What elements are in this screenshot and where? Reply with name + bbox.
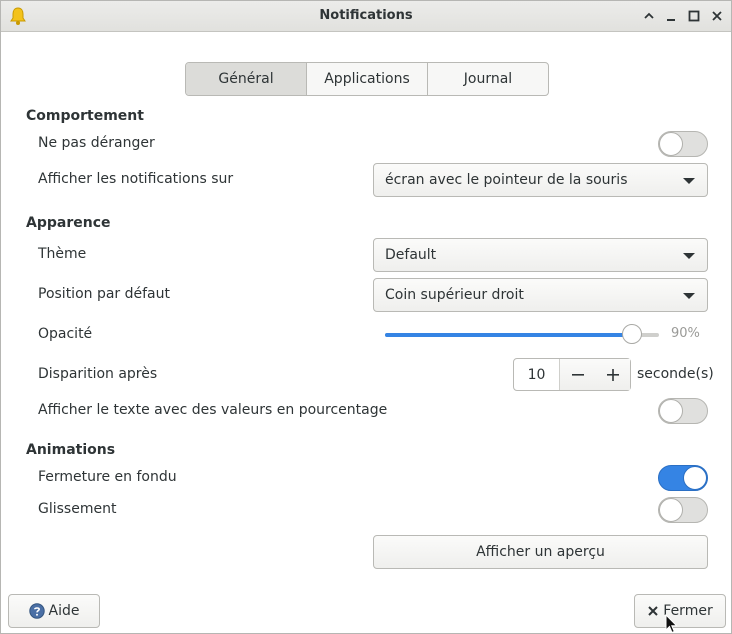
increment-button[interactable] [595, 359, 630, 390]
slide-out-switch[interactable] [658, 497, 708, 523]
percentage-text-switch[interactable] [658, 398, 708, 424]
help-button[interactable]: Aide [8, 594, 100, 628]
opacity-value: 90% [671, 326, 700, 341]
slider-fill [385, 333, 632, 337]
mouse-pointer-icon [665, 614, 678, 634]
chevron-down-icon [683, 253, 695, 259]
title-bar[interactable]: Notifications [1, 1, 731, 32]
dropdown-value: Coin supérieur droit [385, 287, 524, 303]
close-button[interactable]: Fermer [634, 594, 726, 628]
disappear-after-spinbutton: 10 [513, 358, 631, 391]
restore-icon[interactable] [661, 6, 681, 26]
opacity-slider[interactable] [385, 324, 659, 344]
do-not-disturb-switch[interactable] [658, 131, 708, 157]
maximize-icon[interactable] [684, 6, 704, 26]
tab-general[interactable]: Général [186, 63, 307, 95]
section-animations-heading: Animations [26, 442, 116, 458]
switch-knob [683, 466, 707, 490]
close-icon[interactable] [707, 6, 727, 26]
window-title: Notifications [319, 8, 413, 23]
theme-dropdown[interactable]: Default [373, 238, 708, 272]
theme-label: Thème [38, 246, 87, 262]
minimize-icon[interactable] [639, 6, 659, 26]
decrement-button[interactable] [560, 359, 595, 390]
slider-handle[interactable] [621, 324, 642, 344]
switch-knob [659, 498, 683, 522]
disappear-after-input[interactable]: 10 [514, 359, 560, 390]
disappear-after-label: Disparition après [38, 366, 158, 382]
fade-out-label: Fermeture en fondu [38, 469, 177, 485]
default-position-dropdown[interactable]: Coin supérieur droit [373, 278, 708, 312]
slide-out-label: Glissement [38, 501, 117, 517]
tab-journal[interactable]: Journal [428, 63, 548, 95]
help-label: Aide [48, 603, 80, 619]
opacity-label: Opacité [38, 326, 93, 342]
do-not-disturb-label: Ne pas déranger [38, 135, 155, 151]
help-icon [28, 603, 45, 619]
percentage-text-label: Afficher le texte avec des valeurs en po… [38, 402, 388, 418]
minus-icon [571, 373, 584, 376]
disappear-after-unit: seconde(s) [637, 366, 714, 382]
tab-applications[interactable]: Applications [307, 63, 428, 95]
section-appearance-heading: Apparence [26, 215, 111, 231]
chevron-down-icon [683, 293, 695, 299]
tab-bar: Général Applications Journal [185, 62, 549, 96]
preview-button[interactable]: Afficher un aperçu [373, 535, 708, 569]
chevron-down-icon [683, 178, 695, 184]
show-notifications-on-dropdown[interactable]: écran avec le pointeur de la souris [373, 163, 708, 197]
plus-icon [606, 368, 619, 381]
dropdown-value: écran avec le pointeur de la souris [385, 172, 628, 188]
notifications-window: Notifications Général Applications Journ… [0, 0, 732, 634]
dropdown-value: Default [385, 247, 437, 263]
switch-knob [659, 132, 683, 156]
close-icon [648, 606, 658, 616]
section-behavior-heading: Comportement [26, 108, 144, 124]
switch-knob [659, 399, 683, 423]
fade-out-switch[interactable] [658, 465, 708, 491]
default-position-label: Position par défaut [38, 286, 171, 302]
show-notifications-on-label: Afficher les notifications sur [38, 171, 234, 187]
